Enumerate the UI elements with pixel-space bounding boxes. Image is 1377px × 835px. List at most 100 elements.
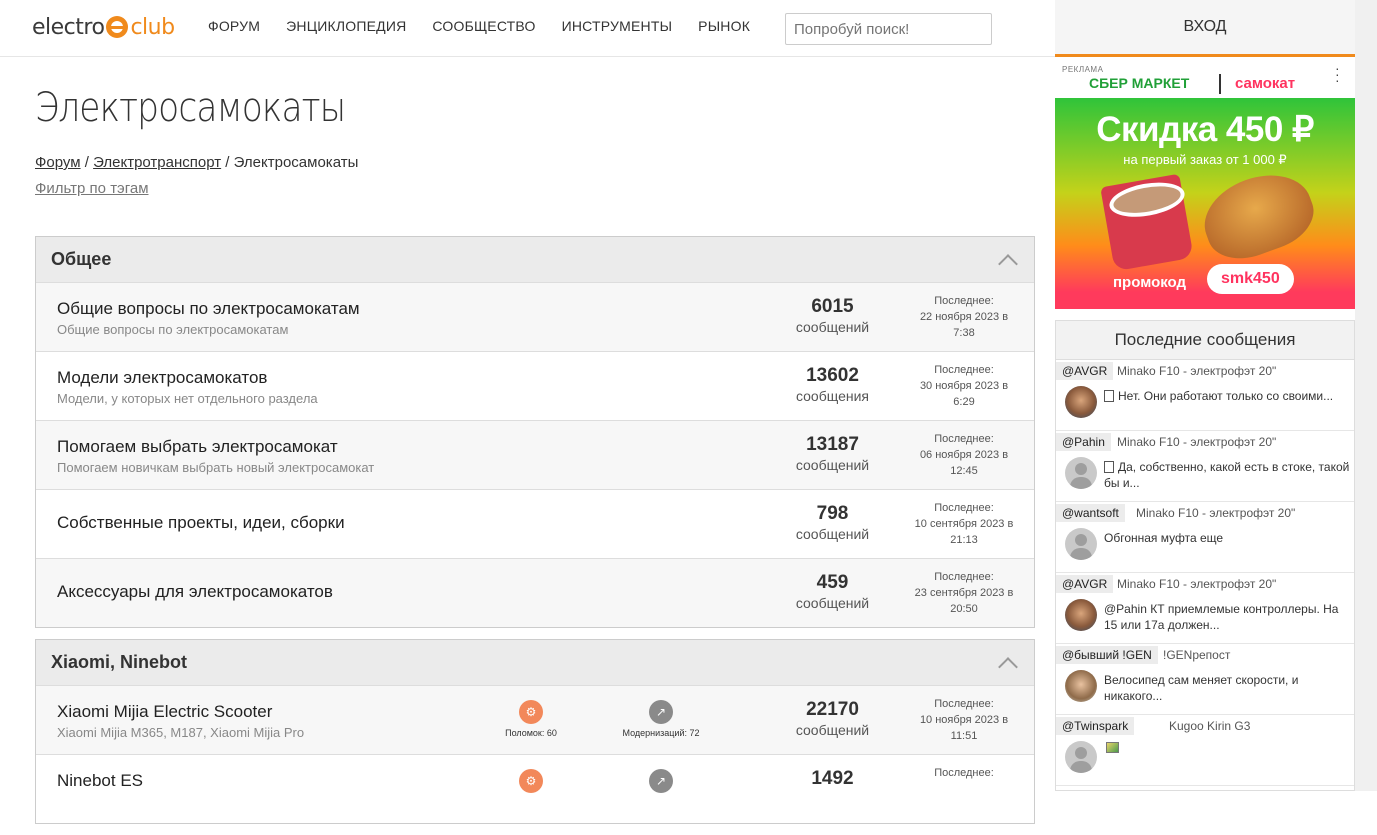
image-icon xyxy=(1106,742,1119,753)
last-post[interactable]: Последнее: 23 сентября 2023 в 20:50 xyxy=(904,569,1024,617)
message-author[interactable]: @AVGR xyxy=(1056,362,1114,380)
forum-title[interactable]: Ninebot ES xyxy=(57,771,143,791)
message-author[interactable]: @бывший !GEN xyxy=(1056,646,1158,664)
forum-title[interactable]: Xiaomi Mijia Electric Scooter xyxy=(57,702,272,722)
forum-description: Xiaomi Mijia M365, M187, Xiaomi Mijia Pr… xyxy=(57,725,305,740)
message-count: 13187 сообщений xyxy=(784,434,881,473)
count-value: 13602 xyxy=(806,365,859,386)
last-post[interactable]: Последнее: xyxy=(904,765,1024,781)
breadcrumb-electrotransport[interactable]: Электротранспорт xyxy=(93,154,221,171)
last-post[interactable]: Последнее: 10 сентября 2023 в 21:13 xyxy=(904,500,1024,548)
latest-messages-title: Последние сообщения xyxy=(1056,321,1354,360)
forum-description: Общие вопросы по электросамокатам xyxy=(57,322,289,337)
last-label: Последнее: xyxy=(934,364,994,376)
forum-title[interactable]: Модели электросамокатов xyxy=(57,368,267,388)
last-post[interactable]: Последнее: 10 ноября 2023 в 11:51 xyxy=(904,696,1024,744)
count-word: сообщений xyxy=(795,457,870,473)
upgrade-icon: ↗ xyxy=(649,700,673,724)
chevron-up-icon[interactable] xyxy=(998,656,1018,677)
forum-row[interactable]: Общие вопросы по электросамокатам Общие … xyxy=(36,282,1034,351)
message-topic[interactable]: Minako F10 - электрофэт 20" xyxy=(1117,575,1276,593)
forum-row[interactable]: Собственные проекты, идеи, сборки 798 соо… xyxy=(36,489,1034,558)
message-topic[interactable]: Minako F10 - электрофэт 20" xyxy=(1136,504,1295,522)
message-topic[interactable]: Kugoo Kirin G3 xyxy=(1169,717,1250,735)
last-post[interactable]: Последнее: 06 ноября 2023 в 12:45 xyxy=(904,431,1024,479)
count-word: сообщений xyxy=(795,319,870,335)
last-label: Последнее: xyxy=(934,295,994,307)
more-vertical-icon[interactable]: · · · xyxy=(1335,61,1340,87)
mods-badge[interactable]: ↗ xyxy=(648,769,674,797)
message-topic[interactable]: Minako F10 - электрофэт 20" xyxy=(1117,433,1276,451)
forum-title[interactable]: Собственные проекты, идеи, сборки xyxy=(57,513,345,533)
avatar-placeholder-icon[interactable] xyxy=(1065,741,1097,773)
logo-club: club xyxy=(130,14,175,40)
forum-row[interactable]: Аксессуары для электросамокатов 459 сообщ… xyxy=(36,558,1034,627)
forum-title[interactable]: Общие вопросы по электросамокатам xyxy=(57,299,360,319)
scrollbar[interactable] xyxy=(1355,0,1377,791)
avatar[interactable] xyxy=(1065,599,1097,631)
count-value: 6015 xyxy=(811,296,854,317)
latest-message[interactable]: @Pahin Minako F10 - электрофэт 20" Да, с… xyxy=(1056,431,1354,502)
section-header[interactable]: Общее xyxy=(36,237,1034,282)
message-topic[interactable]: !GENрепост xyxy=(1163,646,1230,664)
count-word: сообщений xyxy=(795,595,870,611)
count-value: 13187 xyxy=(806,434,859,455)
top-navigation-bar: electro club ФОРУМ ЭНЦИКЛОПЕДИЯ СООБЩЕСТ… xyxy=(0,0,1055,57)
latest-message[interactable]: @бывший !GEN !GENрепост Велосипед сам ме… xyxy=(1056,644,1354,715)
avatar-placeholder-icon[interactable] xyxy=(1065,457,1097,489)
message-topic[interactable]: Minako F10 - электрофэт 20" xyxy=(1117,362,1276,380)
advertisement-banner[interactable]: РЕКЛАМА СБЕР МАРКЕТ самокат · · · Скидка 4… xyxy=(1055,57,1355,309)
login-button[interactable]: ВХОД xyxy=(1055,0,1355,57)
message-author[interactable]: @AVGR xyxy=(1056,575,1114,593)
last-post[interactable]: Последнее: 22 ноября 2023 в 7:38 xyxy=(904,293,1024,341)
latest-message[interactable]: @wantsoft Minako F10 - электрофэт 20" Об… xyxy=(1056,502,1354,573)
forum-row[interactable]: Помогаем выбрать электросамокат Помогаем… xyxy=(36,420,1034,489)
latest-message[interactable]: @Twinspark Kugoo Kirin G3 xyxy=(1056,715,1354,786)
count-word: сообщений xyxy=(795,526,870,542)
main-nav: ФОРУМ ЭНЦИКЛОПЕДИЯ СООБЩЕСТВО ИНСТРУМЕНТ… xyxy=(208,18,750,34)
count-value: 1492 xyxy=(811,768,854,789)
forum-title[interactable]: Аксессуары для электросамокатов xyxy=(57,582,333,602)
latest-message[interactable]: @AVGR Minako F10 - электрофэт 20" @Pahin… xyxy=(1056,573,1354,644)
ad-headline: Скидка 450 ₽ xyxy=(1096,110,1314,149)
count-word: сообщений xyxy=(795,722,870,738)
last-post[interactable]: Последнее: 30 ноября 2023 в 6:29 xyxy=(904,362,1024,410)
message-author[interactable]: @Pahin xyxy=(1056,433,1111,451)
search-input[interactable] xyxy=(785,13,992,45)
breakdowns-badge[interactable]: ⚙ Поломок: 60 xyxy=(498,700,564,738)
breadcrumb-forum[interactable]: Форум xyxy=(35,154,81,171)
mods-badge[interactable]: ↗ Модернизаций: 72 xyxy=(614,700,708,738)
avatar[interactable] xyxy=(1065,670,1097,702)
logo-e-icon xyxy=(106,16,129,38)
forum-title[interactable]: Помогаем выбрать электросамокат xyxy=(57,437,338,457)
forum-description: Помогаем новичкам выбрать новый электрос… xyxy=(57,460,375,475)
avatar[interactable] xyxy=(1065,386,1097,418)
nav-encyclopedia[interactable]: ЭНЦИКЛОПЕДИЯ xyxy=(286,18,406,34)
latest-message[interactable]: @AVGR Minako F10 - электрофэт 20" Нет. О… xyxy=(1056,360,1354,431)
chevron-up-icon[interactable] xyxy=(998,253,1018,274)
last-time: 6:29 xyxy=(953,396,975,408)
forum-row[interactable]: Модели электросамокатов Модели, у которы… xyxy=(36,351,1034,420)
message-author[interactable]: @Twinspark xyxy=(1056,717,1135,735)
section-title: Xiaomi, Ninebot xyxy=(51,652,188,672)
section-header[interactable]: Xiaomi, Ninebot xyxy=(36,640,1034,685)
mods-label: Модернизаций: 72 xyxy=(622,728,700,738)
ad-header: РЕКЛАМА СБЕР МАРКЕТ самокат · · · xyxy=(1055,57,1355,98)
message-author[interactable]: @wantsoft xyxy=(1056,504,1125,522)
last-time: 21:13 xyxy=(950,534,978,546)
forum-row[interactable]: Ninebot ES ⚙ ↗ 1492 Последнее: xyxy=(36,754,1034,823)
breadcrumb: Форум / Электротранспорт / Электросамока… xyxy=(35,154,1035,171)
forum-description: Модели, у которых нет отдельного раздела xyxy=(57,391,318,406)
nav-community[interactable]: СООБЩЕСТВО xyxy=(432,18,535,34)
croissant-image xyxy=(1193,161,1323,270)
nav-market[interactable]: РЫНОК xyxy=(698,18,750,34)
breakdowns-badge[interactable]: ⚙ xyxy=(518,769,544,797)
latest-messages-panel: Последние сообщения @AVGR Minako F10 - э… xyxy=(1055,320,1355,791)
nav-forum[interactable]: ФОРУМ xyxy=(208,18,260,34)
avatar-placeholder-icon[interactable] xyxy=(1065,528,1097,560)
nav-tools[interactable]: ИНСТРУМЕНТЫ xyxy=(562,18,673,34)
section-title: Общее xyxy=(51,249,112,269)
forum-row[interactable]: Xiaomi Mijia Electric Scooter Xiaomi Mij… xyxy=(36,685,1034,754)
tag-filter-link[interactable]: Фильтр по тэгам xyxy=(35,180,149,197)
site-logo[interactable]: electro club xyxy=(32,12,175,42)
